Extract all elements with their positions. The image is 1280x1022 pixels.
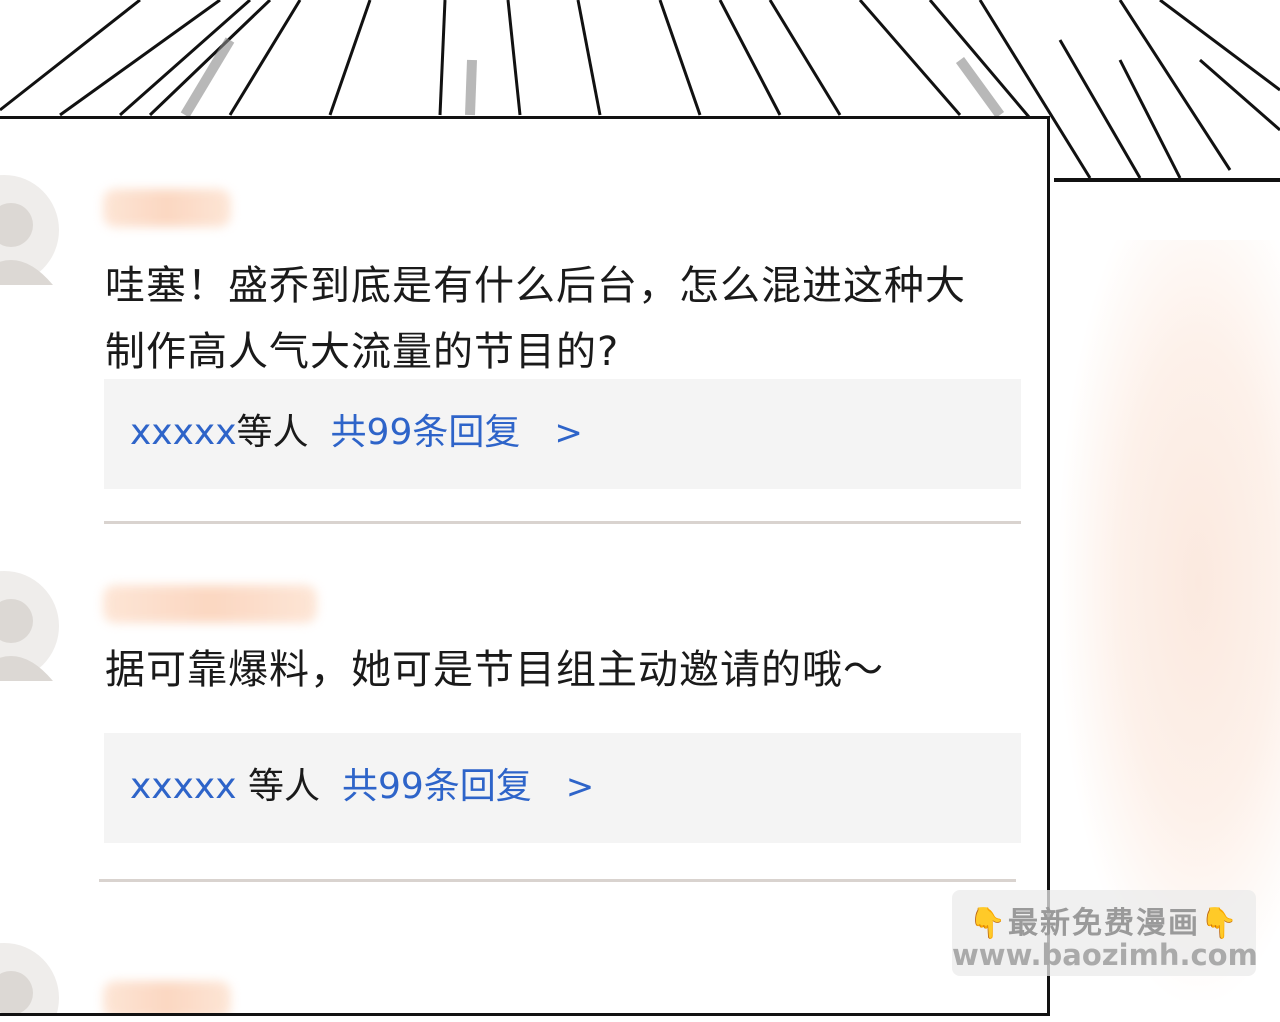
reply-count-link[interactable]: 共99条回复	[342, 766, 532, 807]
watermark-badge[interactable]: 👇最新免费漫画👇 www.baozimh.com	[952, 890, 1258, 976]
reply-users-suffix: 等人	[236, 412, 309, 453]
pointing-down-hand-icon: 👇	[1200, 906, 1240, 941]
reply-users-link[interactable]: xxxxx	[130, 766, 237, 807]
divider	[99, 879, 1016, 882]
reply-count-link[interactable]: 共99条回复	[331, 412, 521, 453]
reply-summary[interactable]: xxxxx等人 共99条回复 >	[104, 379, 1021, 489]
comment-panel: 哇塞！盛乔到底是有什么后台，怎么混进这种大制作高人气大流量的节目的? xxxxx…	[0, 116, 1050, 1016]
divider	[104, 521, 1021, 524]
chevron-right-icon[interactable]: >	[566, 767, 595, 807]
user-silhouette-icon	[0, 203, 53, 285]
avatar[interactable]	[0, 571, 59, 681]
reply-summary[interactable]: xxxxx 等人 共99条回复 >	[104, 733, 1021, 843]
watermark-title: 👇最新免费漫画👇	[952, 898, 1256, 942]
chevron-right-icon[interactable]: >	[554, 413, 583, 453]
reply-row: xxxxx 等人 共99条回复 >	[130, 761, 594, 813]
username-blurred[interactable]	[103, 585, 317, 623]
watermark-title-text: 最新免费漫画	[1008, 906, 1200, 941]
pointing-down-hand-icon: 👇	[968, 906, 1008, 941]
username-blurred[interactable]	[103, 981, 231, 1013]
reply-row: xxxxx等人 共99条回复 >	[130, 407, 583, 459]
user-silhouette-icon	[0, 971, 33, 1013]
reply-users-suffix: 等人	[236, 766, 320, 807]
watermark-url[interactable]: www.baozimh.com	[952, 938, 1258, 972]
avatar[interactable]	[0, 175, 59, 285]
comment-text: 据可靠爆料，她可是节目组主动邀请的哦～	[105, 647, 884, 693]
avatar[interactable]	[0, 943, 59, 1013]
user-silhouette-icon	[0, 599, 53, 681]
reply-users-link[interactable]: xxxxx	[130, 412, 237, 453]
comment-text: 哇塞！盛乔到底是有什么后台，怎么混进这种大制作高人气大流量的节目的?	[105, 263, 966, 375]
username-blurred[interactable]	[103, 189, 231, 227]
